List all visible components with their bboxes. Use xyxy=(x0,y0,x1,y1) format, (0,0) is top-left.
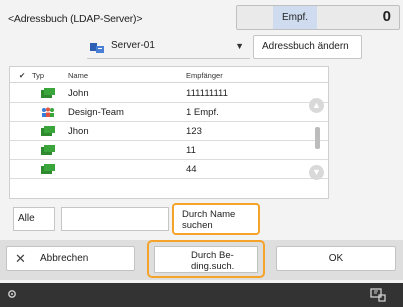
scroll-thumb[interactable] xyxy=(315,127,320,149)
server-dropdown[interactable]: Server-01 ▼ xyxy=(87,35,250,59)
search-input[interactable] xyxy=(61,207,169,231)
person-icon xyxy=(41,126,55,136)
table-row[interactable]: 11 xyxy=(10,141,328,160)
cancel-button[interactable]: ✕ Abbrechen xyxy=(6,246,135,271)
status-monitor-icon[interactable] xyxy=(370,287,387,302)
check-column-header[interactable]: ✔ xyxy=(19,71,25,80)
page-title: <Adressbuch (LDAP-Server)> xyxy=(8,13,143,25)
search-by-name-label-2: suchen xyxy=(182,220,213,231)
name-column-header[interactable]: Name xyxy=(68,71,88,80)
close-icon: ✕ xyxy=(15,251,26,266)
ok-button[interactable]: OK xyxy=(276,246,396,271)
row-recipient: 11 xyxy=(186,145,196,156)
server-name: Server-01 xyxy=(111,40,155,51)
scroll-down-icon[interactable]: ▼ xyxy=(309,165,324,180)
search-by-name-label-1: Durch Name xyxy=(182,209,236,220)
group-icon xyxy=(42,107,54,117)
status-bar xyxy=(0,283,403,307)
row-name: John xyxy=(68,88,89,99)
table-row[interactable]: Design-Team 1 Empf. xyxy=(10,103,328,122)
conditional-search-label: Durch Be- ding.such. xyxy=(191,250,234,272)
table-row[interactable]: Jhon 123 xyxy=(10,122,328,141)
recipient-column-header[interactable]: Empfänger xyxy=(186,71,223,80)
change-address-book-button[interactable]: Adressbuch ändern xyxy=(253,35,362,59)
scroll-up-icon[interactable]: ▲ xyxy=(309,98,324,113)
conditional-search-label-1: Durch Be- xyxy=(191,250,234,261)
recipient-counter: Empf. 0 xyxy=(236,5,400,30)
server-icon xyxy=(90,43,104,53)
person-icon xyxy=(41,164,55,174)
action-bar: ✕ Abbrechen Durch Be- ding.such. OK xyxy=(0,240,403,280)
table-header: ✔ Typ Name Empfänger xyxy=(10,67,328,83)
all-button[interactable]: Alle xyxy=(13,207,55,231)
person-icon xyxy=(41,145,55,155)
row-recipient: 111111111 xyxy=(186,88,228,99)
list-scrollbar[interactable]: ▲ ▼ xyxy=(306,84,328,198)
recipient-count: 0 xyxy=(382,8,391,25)
table-row[interactable]: 44 xyxy=(10,160,328,179)
chevron-down-icon: ▼ xyxy=(235,41,244,51)
gear-icon[interactable] xyxy=(7,289,17,299)
row-recipient: 1 Empf. xyxy=(186,107,219,118)
row-recipient: 44 xyxy=(186,164,197,175)
row-name: Jhon xyxy=(68,126,89,137)
address-list: ✔ Typ Name Empfänger John 111111111 Desi… xyxy=(9,66,329,199)
cancel-label: Abbrechen xyxy=(40,253,89,264)
row-recipient: 123 xyxy=(186,126,202,137)
type-column-header[interactable]: Typ xyxy=(32,71,44,80)
table-row[interactable]: John 111111111 xyxy=(10,84,328,103)
conditional-search-button[interactable]: Durch Be- ding.such. xyxy=(147,240,265,278)
search-by-name-button[interactable]: Durch Name suchen xyxy=(172,203,260,235)
row-name: Design-Team xyxy=(68,107,124,118)
recipient-label: Empf. xyxy=(273,6,317,29)
conditional-search-inner: Durch Be- ding.such. xyxy=(154,246,258,273)
conditional-search-label-2: ding.such. xyxy=(191,261,235,272)
person-icon xyxy=(41,88,55,98)
